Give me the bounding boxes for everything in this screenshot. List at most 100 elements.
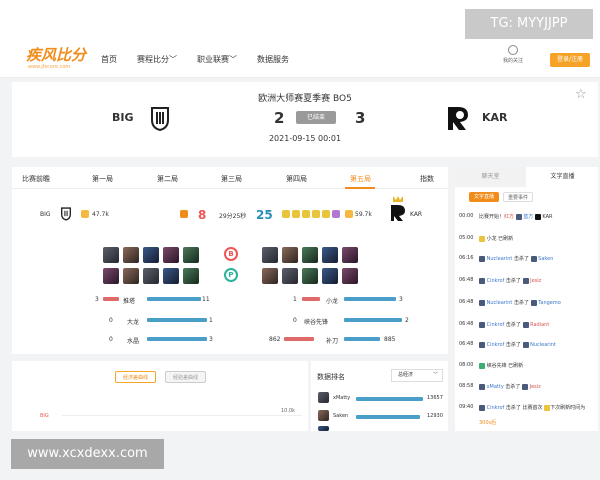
economy-curve-button[interactable]: 经济差曲线 xyxy=(115,371,156,383)
tab-game-2[interactable]: 第二局 xyxy=(157,174,178,184)
event-victim: Jesiz xyxy=(529,384,541,390)
event-action: 击杀了 xyxy=(505,384,521,390)
champion-icon[interactable] xyxy=(123,268,139,284)
champion-icon[interactable] xyxy=(322,268,338,284)
live-tabs: 聊天室 文字直播 xyxy=(455,167,598,187)
stat-cs-left: 862 xyxy=(269,336,281,343)
team-right-name: KAR xyxy=(482,111,508,124)
user-icon xyxy=(508,45,518,55)
champion-icon[interactable] xyxy=(302,247,318,263)
watermark-top-right: TG: MYYJJPP xyxy=(465,9,593,39)
stat-nexus-left: 0 xyxy=(109,336,113,343)
champion-icon[interactable] xyxy=(322,247,338,263)
event-text-mid: 峡谷先锋 已刷新 xyxy=(486,363,524,369)
rank-title: 数据排名 xyxy=(317,373,345,381)
stat-tower-right: 11 xyxy=(202,296,210,303)
stat-dragon-bar-right xyxy=(344,297,396,301)
summary-right-gold: 59.7k xyxy=(355,211,372,218)
tab-odds[interactable]: 指数 xyxy=(420,174,434,184)
champion-icon[interactable] xyxy=(183,247,199,263)
champion-icon[interactable] xyxy=(123,247,139,263)
score-left: 2 xyxy=(274,109,285,127)
nav-league[interactable]: 职业联赛﹀ xyxy=(197,54,237,65)
tab-game-4[interactable]: 第四局 xyxy=(286,174,307,184)
event-time: 00:00 xyxy=(459,213,474,219)
champion-icon[interactable] xyxy=(262,268,278,284)
rank-row-name: Saken xyxy=(333,413,349,419)
player-avatar xyxy=(522,383,529,390)
my-follow-button[interactable]: 我的关注 xyxy=(496,45,530,64)
tab-game-1[interactable]: 第一局 xyxy=(92,174,113,184)
event-victim: Saken xyxy=(538,256,554,262)
champion-icon[interactable] xyxy=(302,268,318,284)
filter-important-events-chip[interactable]: 重要事件 xyxy=(503,192,533,202)
event-text-post: 下次刷新时间为 xyxy=(550,405,586,411)
nav-schedule[interactable]: 赛程比分﹀ xyxy=(137,54,177,65)
event-text: 比赛开始！红方 蓝方 KAR xyxy=(479,213,553,220)
tab-text-live[interactable]: 文字直播 xyxy=(527,167,598,187)
site-logo[interactable]: 疾风比分 xyxy=(26,48,86,63)
summary-left-gold: 47.7k xyxy=(92,211,109,218)
event-action: 击杀了 xyxy=(505,278,521,284)
favorite-star-icon[interactable]: ☆ xyxy=(575,87,587,102)
champion-icon[interactable] xyxy=(103,247,119,263)
event-action: 击杀了 xyxy=(513,256,529,262)
kill-icon xyxy=(180,210,188,218)
player-avatar xyxy=(530,299,537,306)
graph-gridline xyxy=(62,415,302,416)
event-victim: Tangemo xyxy=(538,300,561,306)
graph-axis-label: 10.0k xyxy=(281,408,296,414)
player-avatar xyxy=(479,255,485,262)
stat-dragon-right: 3 xyxy=(399,296,403,303)
rank-type-select[interactable]: 总经济 ﹀ xyxy=(391,369,443,382)
stat-tower-left: 3 xyxy=(95,296,99,303)
champion-icon[interactable] xyxy=(282,268,298,284)
rank-row-name: xMatty xyxy=(333,395,351,401)
watermark-bottom-left: www.xcxdexx.com xyxy=(11,439,164,469)
event-time: 06:48 xyxy=(459,299,474,305)
summary-right-kills: 25 xyxy=(256,208,273,222)
rank-row-value: 12930 xyxy=(427,413,443,419)
player-avatar xyxy=(522,277,529,284)
filter-text-live-chip[interactable]: 文字直播 xyxy=(469,192,499,202)
tab-chat-room[interactable]: 聊天室 xyxy=(455,167,526,187)
player-avatar xyxy=(318,392,329,403)
champion-icon[interactable] xyxy=(262,247,278,263)
graph-team-label: BIG xyxy=(40,413,49,419)
player-avatar xyxy=(318,426,329,431)
exp-curve-button[interactable]: 经验差曲线 xyxy=(165,371,206,383)
site-logo-url: www.jfscore.com xyxy=(28,64,71,70)
login-button[interactable]: 登录/注册 xyxy=(550,53,590,67)
nav-home[interactable]: 首页 xyxy=(101,54,117,65)
nav-data-service[interactable]: 数据服务 xyxy=(257,54,289,65)
tab-game-5[interactable]: 第五局 xyxy=(350,174,371,184)
champion-icon[interactable] xyxy=(163,247,179,263)
champion-icon[interactable] xyxy=(143,268,159,284)
champion-icon[interactable] xyxy=(143,247,159,263)
tab-game-3[interactable]: 第三局 xyxy=(221,174,242,184)
team-big-tiny-icon xyxy=(515,213,522,220)
team-big-small-logo-icon xyxy=(61,207,71,221)
champion-icon[interactable] xyxy=(163,268,179,284)
team-kar-small-logo-icon xyxy=(391,196,405,221)
stat-cs-bar-right xyxy=(344,337,380,341)
nav-league-label: 职业联赛 xyxy=(197,55,229,64)
event-killer: Cinkrof xyxy=(486,342,505,348)
stat-tower-bar-right xyxy=(147,297,201,301)
game-tabs: 比赛前瞻 第一局 第二局 第三局 第四局 第五局 指数 xyxy=(12,167,448,189)
champion-icon[interactable] xyxy=(103,268,119,284)
event-killer: Cinkrof xyxy=(486,405,505,411)
champion-icon[interactable] xyxy=(282,247,298,263)
event-text: Cinkrof 击杀了 Radiant xyxy=(479,321,549,328)
event-text: 小龙 已刷新 xyxy=(479,235,513,242)
stat-dragon-bar-left xyxy=(302,297,320,301)
tab-preview[interactable]: 比赛前瞻 xyxy=(22,174,50,184)
player-avatar xyxy=(479,383,485,390)
champion-icon[interactable] xyxy=(183,268,199,284)
live-panel: 聊天室 文字直播 文字直播 重要事件 00:00 比赛开始！红方 蓝方 KAR … xyxy=(455,167,598,431)
champion-icon[interactable] xyxy=(342,247,358,263)
stat-tower-bar-left xyxy=(103,297,119,301)
champion-icon[interactable] xyxy=(342,268,358,284)
stat-baron-bar-right xyxy=(147,318,207,322)
herald-icon xyxy=(479,362,485,369)
